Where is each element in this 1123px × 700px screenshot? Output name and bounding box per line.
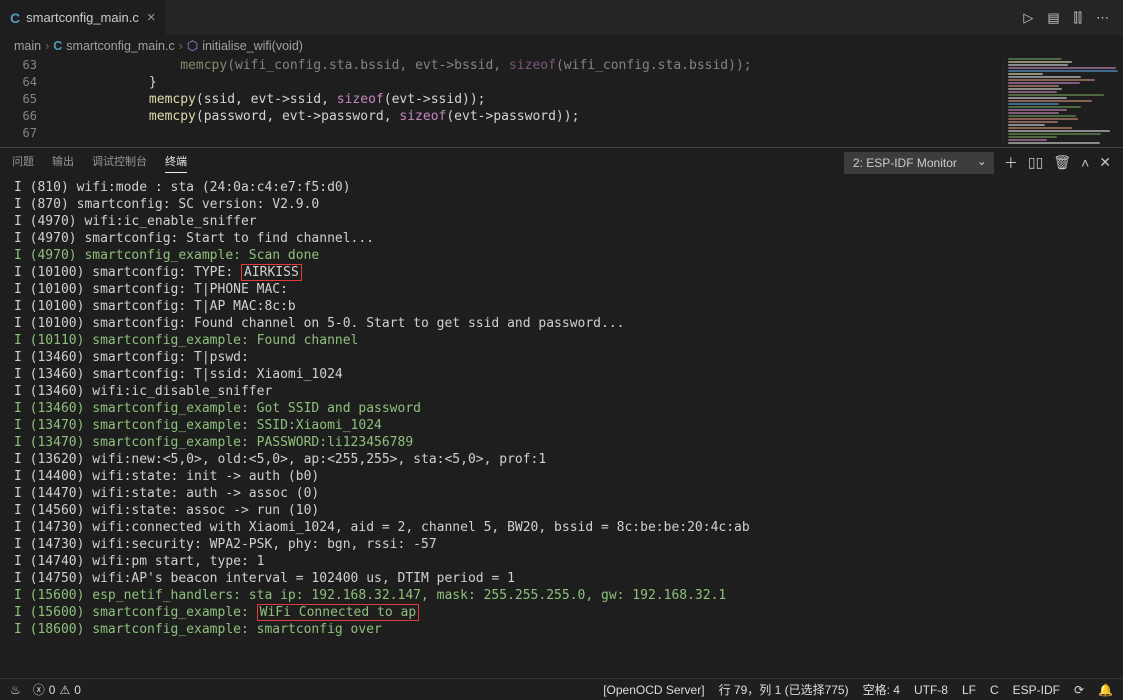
terminal-line: I (10110) smartconfig_example: Found cha… xyxy=(14,332,1109,349)
cursor-position[interactable]: 行 79，列 1 (已选择775) xyxy=(719,681,849,698)
esp-idf-status[interactable]: ESP-IDF xyxy=(1013,683,1060,697)
error-icon: ⓧ xyxy=(33,681,45,698)
terminal-line: I (10100) smartconfig: T|PHONE MAC: xyxy=(14,281,1109,298)
terminal-line: I (14400) wifi:state: init -> auth (b0) xyxy=(14,468,1109,485)
terminal-line: I (14750) wifi:AP's beacon interval = 10… xyxy=(14,570,1109,587)
terminal-line: I (810) wifi:mode : sta (24:0a:c4:e7:f5:… xyxy=(14,179,1109,196)
terminal-line: I (18600) smartconfig_example: smartconf… xyxy=(14,621,1109,638)
terminal-line: I (13460) wifi:ic_disable_sniffer xyxy=(14,383,1109,400)
terminal-line: I (13460) smartconfig: T|pswd: xyxy=(14,349,1109,366)
new-terminal-icon[interactable]: ＋ xyxy=(1004,153,1018,173)
terminal-line: I (10100) smartconfig: TYPE: AIRKISS xyxy=(14,264,1109,281)
terminal-line: I (14730) wifi:connected with Xiaomi_102… xyxy=(14,519,1109,536)
terminal-select[interactable]: 2: ESP-IDF Monitor xyxy=(844,152,994,174)
panel-tab-2[interactable]: 调试控制台 xyxy=(92,153,147,173)
tab-close-icon[interactable]: × xyxy=(145,9,158,26)
highlighted-text: WiFi Connected to ap xyxy=(257,604,420,621)
breadcrumb-symbol[interactable]: initialise_wifi(void) xyxy=(202,39,303,53)
code-editor[interactable]: 6364656667 memcpy(wifi_config.sta.bssid,… xyxy=(0,57,1123,147)
maximize-panel-icon[interactable]: ˄ xyxy=(1081,155,1089,171)
terminal-line: I (4970) smartconfig_example: Scan done xyxy=(14,247,1109,264)
split-editor-icon[interactable]: ⫿⫿ xyxy=(1074,10,1082,26)
terminal-line: I (10100) smartconfig: Found channel on … xyxy=(14,315,1109,332)
terminal-line: I (10100) smartconfig: T|AP MAC:8c:b xyxy=(14,298,1109,315)
breadcrumb-root[interactable]: main xyxy=(14,39,41,53)
indent-status[interactable]: 空格: 4 xyxy=(863,681,900,698)
terminal-output[interactable]: I (810) wifi:mode : sta (24:0a:c4:e7:f5:… xyxy=(0,177,1123,674)
terminal-line: I (13470) smartconfig_example: PASSWORD:… xyxy=(14,434,1109,451)
panel-tab-0[interactable]: 问题 xyxy=(12,153,34,173)
highlighted-text: AIRKISS xyxy=(241,264,302,281)
terminal-line: I (13470) smartconfig_example: SSID:Xiao… xyxy=(14,417,1109,434)
openocd-status[interactable]: [OpenOCD Server] xyxy=(603,683,704,697)
tab-bar: C smartconfig_main.c × ▷ ▤ ⫿⫿ ⋯ xyxy=(0,0,1123,35)
code-content[interactable]: memcpy(wifi_config.sta.bssid, evt->bssid… xyxy=(55,57,1123,147)
remote-icon[interactable]: ♨ xyxy=(10,683,21,697)
terminal-line: I (15600) esp_netif_handlers: sta ip: 19… xyxy=(14,587,1109,604)
terminal-line: I (15600) smartconfig_example: WiFi Conn… xyxy=(14,604,1109,621)
c-file-icon: C xyxy=(53,39,62,53)
language-status[interactable]: C xyxy=(990,683,999,697)
panel-tabs: 问题输出调试控制台终端 xyxy=(12,153,187,173)
terminal-line: I (4970) smartconfig: Start to find chan… xyxy=(14,230,1109,247)
chevron-right-icon: › xyxy=(45,39,49,53)
close-panel-icon[interactable]: ✕ xyxy=(1099,154,1111,171)
panel-tab-3[interactable]: 终端 xyxy=(165,153,187,173)
c-file-icon: C xyxy=(10,10,20,26)
tab-filename: smartconfig_main.c xyxy=(26,10,139,25)
editor-tab[interactable]: C smartconfig_main.c × xyxy=(0,0,167,35)
error-count[interactable]: ⓧ 0 ⚠ 0 xyxy=(33,681,81,698)
warning-icon: ⚠ xyxy=(59,683,70,697)
feedback-icon[interactable]: ⟳ xyxy=(1074,683,1084,697)
run-icon[interactable]: ▷ xyxy=(1023,10,1033,26)
kill-terminal-icon[interactable]: 🗑 xyxy=(1053,154,1071,171)
status-bar: ♨ ⓧ 0 ⚠ 0 [OpenOCD Server] 行 79，列 1 (已选择… xyxy=(0,678,1123,700)
line-gutter: 6364656667 xyxy=(0,57,55,147)
terminal-line: I (14730) wifi:security: WPA2-PSK, phy: … xyxy=(14,536,1109,553)
terminal-line: I (14470) wifi:state: auth -> assoc (0) xyxy=(14,485,1109,502)
editor-actions: ▷ ▤ ⫿⫿ ⋯ xyxy=(1023,10,1123,26)
encoding-status[interactable]: UTF-8 xyxy=(914,683,948,697)
breadcrumb-file[interactable]: smartconfig_main.c xyxy=(66,39,174,53)
terminal-line: I (13460) smartconfig_example: Got SSID … xyxy=(14,400,1109,417)
terminal-line: I (13460) smartconfig: T|ssid: Xiaomi_10… xyxy=(14,366,1109,383)
panel-tab-1[interactable]: 输出 xyxy=(52,153,74,173)
compare-icon[interactable]: ▤ xyxy=(1047,10,1059,26)
split-terminal-icon[interactable]: ▯▯ xyxy=(1028,154,1043,171)
symbol-icon: ⬡ xyxy=(187,38,198,54)
terminal-line: I (14740) wifi:pm start, type: 1 xyxy=(14,553,1109,570)
chevron-right-icon: › xyxy=(179,39,183,53)
terminal-line: I (4970) wifi:ic_enable_sniffer xyxy=(14,213,1109,230)
terminal-line: I (14560) wifi:state: assoc -> run (10) xyxy=(14,502,1109,519)
breadcrumb: main › C smartconfig_main.c › ⬡ initiali… xyxy=(0,35,1123,57)
minimap[interactable] xyxy=(1003,57,1123,145)
terminal-line: I (870) smartconfig: SC version: V2.9.0 xyxy=(14,196,1109,213)
terminal-line: I (13620) wifi:new:<5,0>, old:<5,0>, ap:… xyxy=(14,451,1109,468)
eol-status[interactable]: LF xyxy=(962,683,976,697)
bell-icon[interactable]: 🔔 xyxy=(1098,683,1113,697)
more-icon[interactable]: ⋯ xyxy=(1096,10,1109,26)
panel-header: 问题输出调试控制台终端 2: ESP-IDF Monitor ＋ ▯▯ 🗑 ˄ … xyxy=(0,147,1123,177)
